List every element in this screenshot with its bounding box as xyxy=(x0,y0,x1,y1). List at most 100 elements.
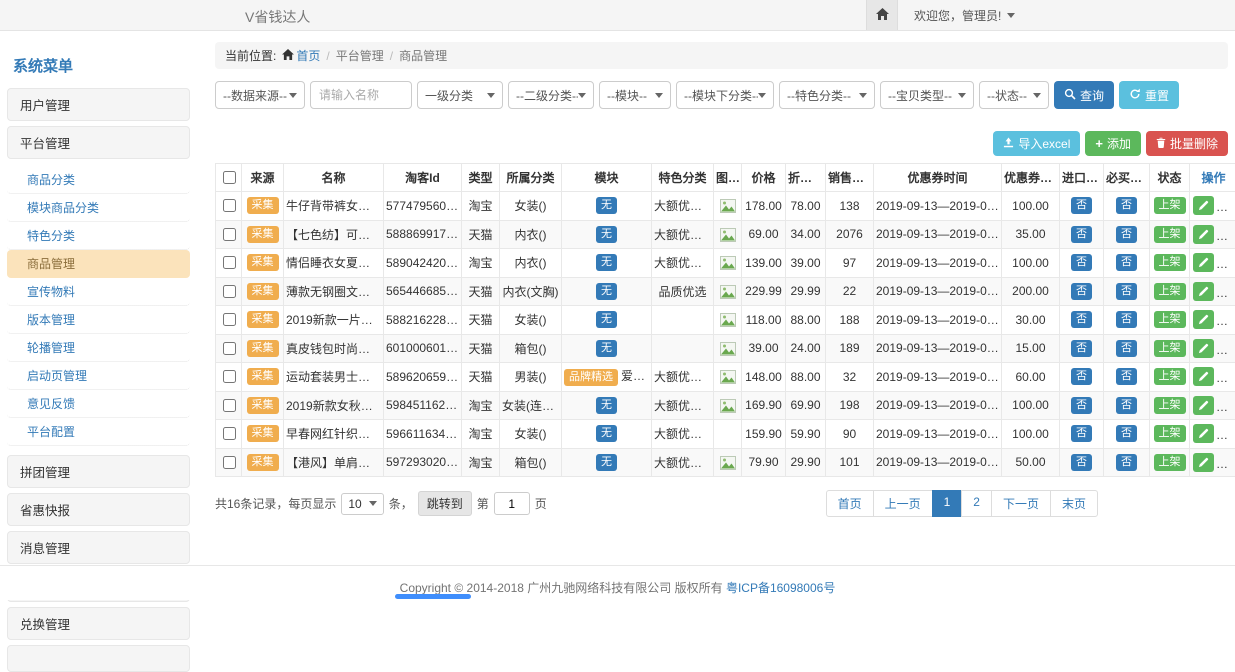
name-search-input[interactable] xyxy=(310,81,412,109)
sidebar-item[interactable]: 平台配置 xyxy=(7,418,190,446)
sidebar-item[interactable]: 版本管理 xyxy=(7,306,190,334)
page-button[interactable]: 上一页 xyxy=(873,490,933,517)
filter-level1-category[interactable]: 一级分类 xyxy=(417,81,503,109)
status-badge[interactable]: 上架 xyxy=(1154,311,1186,328)
sidebar-group[interactable]: 兑换管理 xyxy=(7,607,190,640)
status-badge[interactable]: 上架 xyxy=(1154,425,1186,442)
edit-button[interactable] xyxy=(1193,339,1214,358)
source-cell: 采集 xyxy=(242,249,284,278)
page-button[interactable]: 末页 xyxy=(1050,490,1098,517)
sidebar-group[interactable]: 拼团管理 xyxy=(7,455,190,488)
status-badge[interactable]: 上架 xyxy=(1154,340,1186,357)
status-badge[interactable]: 上架 xyxy=(1154,197,1186,214)
row-checkbox[interactable] xyxy=(223,399,236,412)
select-all-checkbox[interactable] xyxy=(223,171,236,184)
status-badge[interactable]: 上架 xyxy=(1154,368,1186,385)
status-badge[interactable]: 上架 xyxy=(1154,254,1186,271)
filter-data-source[interactable]: --数据来源-- xyxy=(215,81,305,109)
filter-level2-category[interactable]: --二级分类-- xyxy=(508,81,594,109)
filter-module[interactable]: --模块-- xyxy=(599,81,671,109)
import-pick-toggle[interactable]: 否 xyxy=(1071,340,1092,357)
row-checkbox[interactable] xyxy=(223,342,236,355)
filter-status[interactable]: --状态-- xyxy=(979,81,1049,109)
icp-link[interactable]: 粤ICP备16098006号 xyxy=(726,581,835,595)
sidebar-item[interactable]: 启动页管理 xyxy=(7,362,190,390)
row-checkbox[interactable] xyxy=(223,313,236,326)
category-cell: 女装() xyxy=(500,306,562,335)
edit-button[interactable] xyxy=(1193,310,1214,329)
sidebar-group[interactable]: 平台管理 xyxy=(7,126,190,159)
horizontal-scrollbar-thumb[interactable] xyxy=(395,594,471,599)
filter-item-type[interactable]: --宝贝类型-- xyxy=(880,81,974,109)
sidebar-item[interactable]: 商品分类 xyxy=(7,166,190,194)
edit-button[interactable] xyxy=(1193,453,1214,472)
status-badge[interactable]: 上架 xyxy=(1154,283,1186,300)
import-pick-toggle[interactable]: 否 xyxy=(1071,283,1092,300)
jump-button[interactable]: 跳转到 xyxy=(418,491,472,516)
status-badge[interactable]: 上架 xyxy=(1154,454,1186,471)
import-pick-toggle[interactable]: 否 xyxy=(1071,425,1092,442)
page-button[interactable]: 1 xyxy=(932,490,963,517)
taoke-id-cell: 589620659791 xyxy=(384,363,462,392)
row-checkbox[interactable] xyxy=(223,427,236,440)
import-pick-toggle[interactable]: 否 xyxy=(1071,368,1092,385)
import-pick-toggle[interactable]: 否 xyxy=(1071,397,1092,414)
filter-module-subcategory[interactable]: --模块下分类-- xyxy=(676,81,774,109)
sidebar-item[interactable]: 特色分类 xyxy=(7,222,190,250)
table-header-row: 来源名称淘客Id类型所属分类模块特色分类图标价格折后价销售数量优惠券时间优惠券金… xyxy=(216,164,1235,192)
edit-button[interactable] xyxy=(1193,396,1214,415)
sidebar-item[interactable]: 意见反馈 xyxy=(7,390,190,418)
filter-feature-category[interactable]: --特色分类-- xyxy=(779,81,875,109)
must-buy-toggle[interactable]: 否 xyxy=(1116,340,1137,357)
import-pick-toggle[interactable]: 否 xyxy=(1071,311,1092,328)
sidebar-item[interactable]: 宣传物料 xyxy=(7,278,190,306)
sidebar-item[interactable]: 模块商品分类 xyxy=(7,194,190,222)
reset-button[interactable]: 重置 xyxy=(1119,81,1179,109)
must-buy-toggle[interactable]: 否 xyxy=(1116,397,1137,414)
row-checkbox[interactable] xyxy=(223,456,236,469)
row-checkbox[interactable] xyxy=(223,256,236,269)
must-buy-toggle[interactable]: 否 xyxy=(1116,197,1137,214)
edit-button[interactable] xyxy=(1193,424,1214,443)
must-buy-toggle[interactable]: 否 xyxy=(1116,368,1137,385)
must-buy-toggle[interactable]: 否 xyxy=(1116,454,1137,471)
row-checkbox[interactable] xyxy=(223,285,236,298)
sidebar-group[interactable]: 用户管理 xyxy=(7,88,190,121)
page-button[interactable]: 下一页 xyxy=(991,490,1051,517)
row-checkbox[interactable] xyxy=(223,228,236,241)
must-buy-toggle[interactable]: 否 xyxy=(1116,226,1137,243)
must-buy-toggle[interactable]: 否 xyxy=(1116,283,1137,300)
edit-button[interactable] xyxy=(1193,367,1214,386)
home-button[interactable] xyxy=(866,0,898,30)
import-pick-toggle[interactable]: 否 xyxy=(1071,226,1092,243)
import-pick-toggle[interactable]: 否 xyxy=(1071,254,1092,271)
import-pick-toggle[interactable]: 否 xyxy=(1071,197,1092,214)
must-buy-toggle[interactable]: 否 xyxy=(1116,254,1137,271)
must-buy-toggle[interactable]: 否 xyxy=(1116,425,1137,442)
status-badge[interactable]: 上架 xyxy=(1154,397,1186,414)
breadcrumb-home-link[interactable]: 首页 xyxy=(282,47,320,64)
must-buy-toggle[interactable]: 否 xyxy=(1116,311,1137,328)
page-button[interactable]: 首页 xyxy=(826,490,874,517)
edit-button[interactable] xyxy=(1193,225,1214,244)
status-badge[interactable]: 上架 xyxy=(1154,226,1186,243)
edit-button[interactable] xyxy=(1193,253,1214,272)
query-button[interactable]: 查询 xyxy=(1054,81,1114,109)
row-checkbox[interactable] xyxy=(223,370,236,383)
add-button[interactable]: + 添加 xyxy=(1085,131,1141,156)
per-page-select[interactable]: 10 xyxy=(341,493,383,515)
sidebar-group[interactable]: 消息管理 xyxy=(7,531,190,564)
batch-delete-button[interactable]: 批量删除 xyxy=(1146,131,1228,156)
sidebar-item[interactable]: 轮播管理 xyxy=(7,334,190,362)
sidebar-group-clipped[interactable] xyxy=(7,645,190,672)
user-menu[interactable]: 欢迎您，管理员! xyxy=(914,7,1015,24)
import-excel-button[interactable]: 导入excel xyxy=(993,131,1080,156)
sidebar-item[interactable]: 商品管理 xyxy=(7,250,190,278)
row-checkbox[interactable] xyxy=(223,199,236,212)
import-pick-toggle[interactable]: 否 xyxy=(1071,454,1092,471)
edit-button[interactable] xyxy=(1193,282,1214,301)
page-button[interactable]: 2 xyxy=(961,490,992,517)
jump-page-input[interactable] xyxy=(494,492,530,515)
edit-button[interactable] xyxy=(1193,196,1214,215)
sidebar-group[interactable]: 省惠快报 xyxy=(7,493,190,526)
